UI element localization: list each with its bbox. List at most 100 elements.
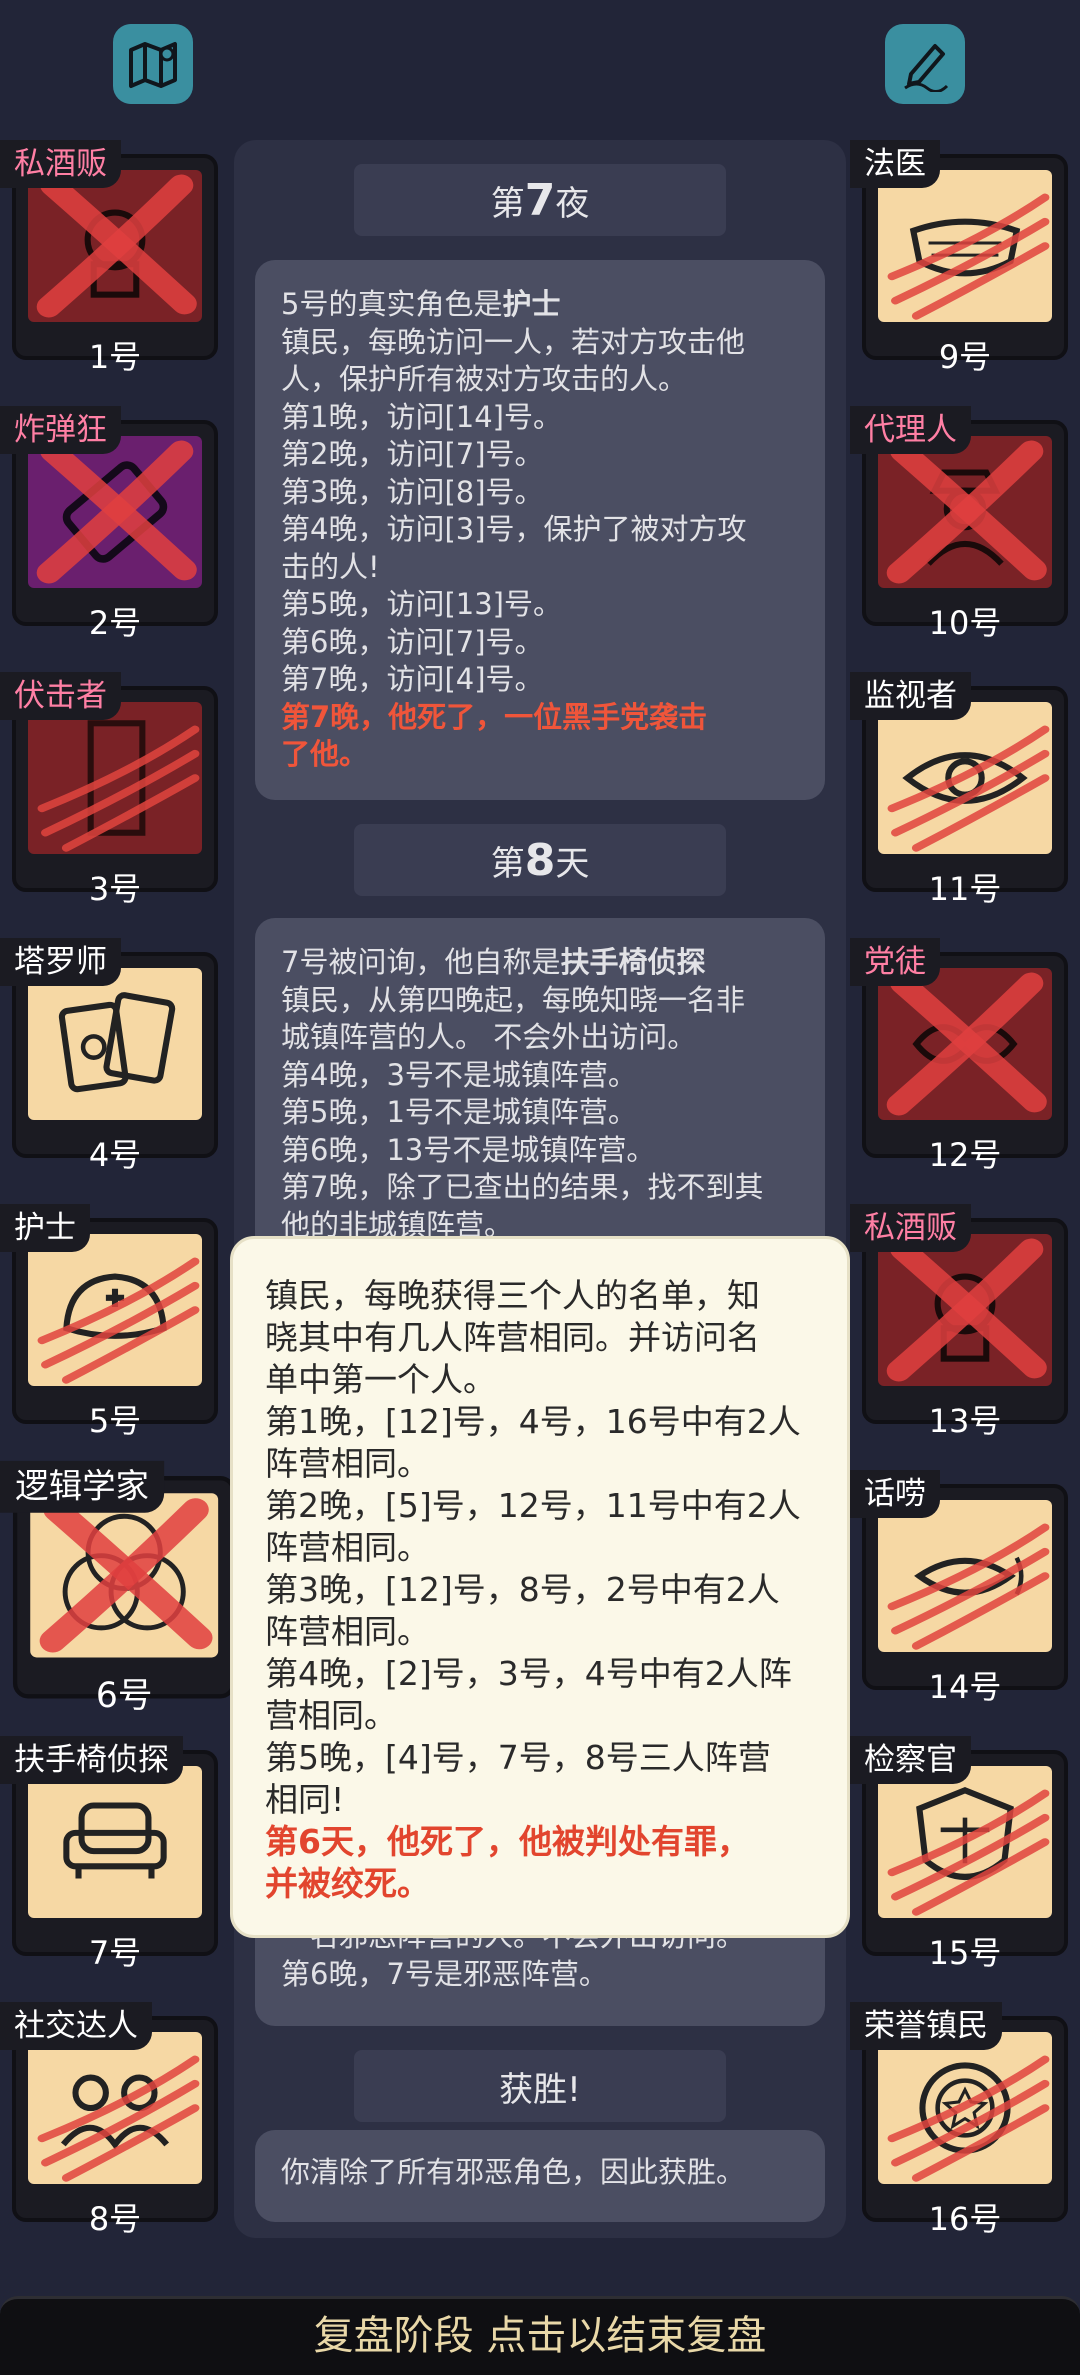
popup-line: 第5晚，[4]号，7号，8号三人阵营 <box>265 1738 771 1777</box>
player-number: 11号 <box>928 870 1002 908</box>
player-number: 7号 <box>88 1934 142 1972</box>
log-line: 击的人! <box>281 549 380 584</box>
log-heading: 7号被问询，他自称是扶手椅侦探 <box>281 944 803 982</box>
player-role-label: 社交达人 <box>0 2002 152 2050</box>
eliminated-x-mark <box>36 174 197 318</box>
player-role-label: 伏击者 <box>0 672 121 720</box>
notes-button[interactable] <box>885 24 965 104</box>
player-card[interactable]: 塔罗师 4号 <box>0 938 218 1174</box>
armchair-icon <box>63 1802 167 1879</box>
player-card[interactable]: 话唠 14号 <box>850 1470 1068 1706</box>
popup-line: 相同! <box>265 1780 345 1819</box>
eliminated-x-mark <box>39 1498 213 1653</box>
log-line: 第6晚，访问[7]号。 <box>281 624 544 659</box>
popup-line: 阵营相同。 <box>265 1444 430 1483</box>
player-role-label: 检察官 <box>850 1736 971 1784</box>
header-prefix: 第 <box>490 183 525 224</box>
popup-line: 第2晚，[5]号，12号，11号中有2人 <box>265 1486 801 1525</box>
claw-scratch-mark <box>37 1257 200 1384</box>
claw-scratch-mark <box>887 725 1050 852</box>
player-number: 14号 <box>928 1668 1002 1706</box>
log-line: 第7晚，除了已查出的结果，找不到其 <box>281 1170 764 1204</box>
victory-text: 你清除了所有邪恶角色，因此获胜。 <box>281 2155 746 2189</box>
player-portrait <box>28 170 202 322</box>
player-role-label: 党徒 <box>850 938 940 986</box>
popup-line: 第1晚，[12]号，4号，16号中有2人 <box>265 1402 801 1441</box>
player-card[interactable]: 监视者 11号 <box>850 672 1068 908</box>
player-number: 16号 <box>928 2200 1002 2238</box>
player-number: 5号 <box>88 1402 142 1440</box>
player-portrait <box>28 702 202 854</box>
player-card[interactable]: 荣誉镇民 16号 <box>850 2002 1068 2238</box>
player-portrait <box>878 1500 1052 1652</box>
player-number: 10号 <box>928 604 1002 642</box>
log-line: 第5晚，1号不是城镇阵营。 <box>281 1095 637 1129</box>
role-detail-popup[interactable]: 镇民，每晚获得三个人的名单，知 晓其中有几人阵营相同。并访问名 单中第一个人。 … <box>230 1236 850 1938</box>
player-card[interactable]: 法医 9号 <box>850 140 1068 376</box>
log-line: 人，保护所有被对方攻击的人。 <box>281 362 688 396</box>
player-number: 12号 <box>928 1136 1002 1174</box>
player-card[interactable]: 扶手椅侦探 7号 <box>0 1736 218 1972</box>
player-number: 4号 <box>88 1136 142 1174</box>
claw-scratch-mark <box>37 725 200 852</box>
claw-scratch-mark <box>37 2055 200 2182</box>
player-role-label: 炸弹狂 <box>0 406 121 454</box>
player-portrait <box>28 1234 202 1386</box>
death-line: 了他。 <box>281 737 369 771</box>
player-card-selected[interactable]: 逻辑学家 6号 <box>0 1460 236 1716</box>
popup-line: 镇民，每晚获得三个人的名单，知 <box>265 1276 760 1315</box>
night-7-header: 第7夜 <box>354 164 726 236</box>
player-role-label: 法医 <box>850 140 940 188</box>
log-heading: 5号的真实角色是护士 <box>281 286 803 324</box>
player-portrait <box>30 1493 219 1658</box>
player-number: 2号 <box>88 604 142 642</box>
log-line: 第7晚，访问[4]号。 <box>281 662 544 696</box>
player-portrait <box>878 702 1052 854</box>
end-review-button[interactable]: 复盘阶段 点击以结束复盘 <box>0 2296 1080 2375</box>
claw-scratch-mark <box>887 1789 1050 1916</box>
player-portrait <box>878 1766 1052 1918</box>
log-line: 第4晚，3号不是城镇阵营。 <box>281 1057 637 1092</box>
player-number: 13号 <box>928 1402 1002 1440</box>
popup-line: 第3晚，[12]号，8号，2号中有2人 <box>265 1570 780 1609</box>
player-card[interactable]: 炸弹狂 2号 <box>0 406 218 642</box>
header-prefix: 第 <box>490 843 525 884</box>
player-portrait <box>28 436 202 588</box>
player-number: 3号 <box>88 870 142 908</box>
popup-death-line: 第6天，他死了，他被判处有罪， <box>265 1822 750 1861</box>
day-8-header: 第8天 <box>354 824 726 896</box>
player-card[interactable]: 私酒贩 1号 <box>0 140 218 376</box>
heading-role: 护士 <box>502 287 561 321</box>
player-role-label: 塔罗师 <box>0 938 121 986</box>
victory-header: 获胜! <box>354 2050 726 2122</box>
claw-scratch-mark <box>887 1523 1050 1650</box>
claw-scratch-mark <box>887 2055 1050 2182</box>
player-card[interactable]: 伏击者 3号 <box>0 672 218 908</box>
header-number: 7 <box>524 174 556 226</box>
log-line: 城镇阵营的人。 不会外出访问。 <box>281 1020 697 1054</box>
pencil-icon <box>904 44 949 92</box>
victory-card: 你清除了所有邪恶角色，因此获胜。 <box>255 2130 825 2222</box>
player-role-label: 荣誉镇民 <box>850 2002 1002 2050</box>
heading-role: 扶手椅侦探 <box>560 945 706 979</box>
map-icon <box>129 42 177 88</box>
player-card[interactable]: 代理人 10号 <box>850 406 1068 642</box>
player-card[interactable]: 检察官 15号 <box>850 1736 1068 1972</box>
player-card[interactable]: 社交达人 8号 <box>0 2002 218 2238</box>
player-card[interactable]: 私酒贩 13号 <box>850 1204 1068 1440</box>
player-number: 1号 <box>88 338 142 376</box>
player-card[interactable]: 党徒 12号 <box>850 938 1068 1174</box>
eliminated-x-mark <box>36 440 197 584</box>
player-portrait <box>878 968 1052 1120</box>
player-portrait <box>878 1234 1052 1386</box>
heading-text: 5号的真实角色是 <box>281 287 503 321</box>
player-card[interactable]: 护士 5号 <box>0 1204 218 1440</box>
player-portrait <box>28 1766 202 1918</box>
player-portrait <box>28 2032 202 2184</box>
player-role-label: 护士 <box>0 1204 90 1252</box>
player-role-label: 私酒贩 <box>850 1204 971 1252</box>
player-role-label: 私酒贩 <box>0 140 121 188</box>
map-button[interactable] <box>113 24 193 104</box>
tarot-cards-icon <box>58 992 176 1093</box>
player-portrait <box>878 170 1052 322</box>
